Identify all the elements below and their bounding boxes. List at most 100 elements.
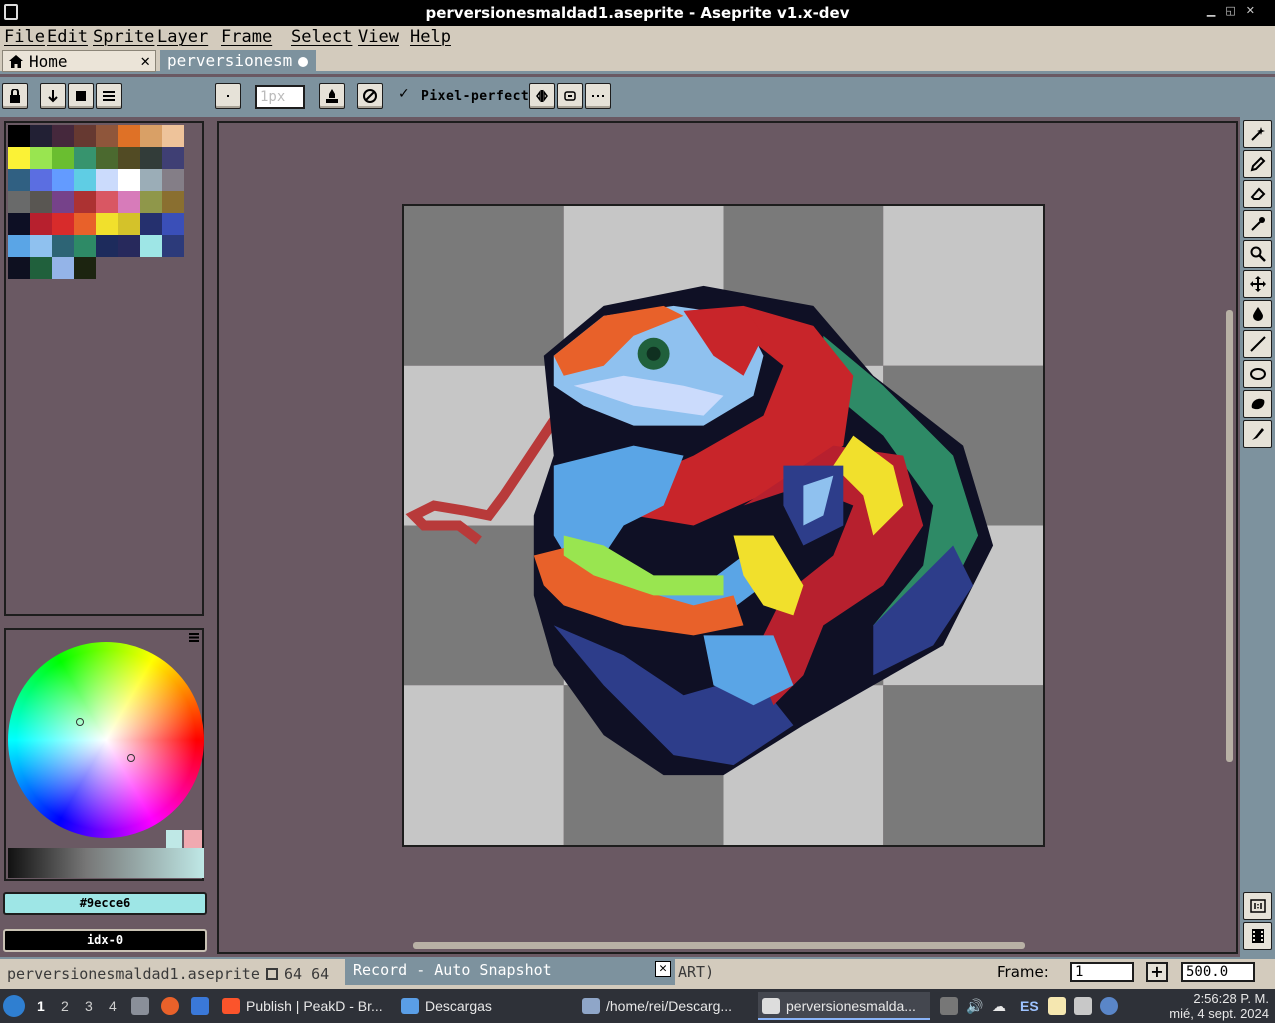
color-shades-strip[interactable] [8, 848, 204, 878]
palette-swatch[interactable] [30, 169, 52, 191]
tool-eyedropper[interactable] [1243, 210, 1272, 238]
palette-swatch[interactable] [74, 125, 96, 147]
sprite-canvas[interactable] [402, 204, 1045, 847]
zoom-input[interactable] [1181, 962, 1255, 982]
palette-swatch[interactable] [52, 169, 74, 191]
palette-swatch[interactable] [8, 235, 30, 257]
palette-swatch[interactable] [118, 147, 140, 169]
palette-swatch[interactable] [162, 147, 184, 169]
palette-swatch[interactable] [52, 147, 74, 169]
sprite-drawing[interactable] [404, 206, 1043, 845]
stop-button[interactable] [68, 83, 94, 109]
palette-swatch[interactable] [52, 257, 74, 279]
lock-button[interactable] [2, 83, 28, 109]
more-options-button[interactable] [585, 83, 611, 109]
dynamics-button[interactable] [557, 83, 583, 109]
palette-swatch[interactable] [8, 191, 30, 213]
symmetry-button[interactable] [529, 83, 555, 109]
firefox-launcher-icon[interactable] [161, 997, 179, 1015]
workspace-2[interactable]: 2 [61, 998, 69, 1014]
task-files[interactable]: Descargas [397, 992, 567, 1020]
tool-magic-wand[interactable] [1243, 120, 1272, 148]
palette-swatch[interactable] [162, 125, 184, 147]
clipboard-tray-icon[interactable] [1074, 997, 1092, 1015]
tool-zoom[interactable] [1243, 240, 1272, 268]
volume-icon[interactable]: 🔊 [966, 998, 983, 1015]
palette-swatch[interactable] [30, 125, 52, 147]
shade-swatch[interactable] [184, 830, 202, 848]
palette-swatch[interactable] [74, 257, 96, 279]
start-menu-icon[interactable] [3, 995, 25, 1017]
palette-swatch[interactable] [162, 169, 184, 191]
palette-swatch[interactable] [96, 125, 118, 147]
palette-swatch[interactable] [140, 213, 162, 235]
file-manager-launcher-icon[interactable] [131, 997, 149, 1015]
close-icon[interactable]: ✕ [1246, 4, 1265, 17]
keyboard-language[interactable]: ES [1020, 998, 1039, 1014]
frame-input[interactable] [1070, 962, 1134, 982]
menu-select[interactable]: Select [291, 27, 352, 47]
tab-document[interactable]: perversionesm. [160, 50, 316, 72]
menu-frame[interactable]: Frame [221, 27, 272, 47]
palette-swatch[interactable] [74, 191, 96, 213]
horizontal-scrollbar[interactable] [413, 942, 1025, 949]
tool-pencil[interactable] [1243, 150, 1272, 178]
menu-edit[interactable]: Edit [47, 27, 88, 47]
film-strip-button[interactable] [1243, 922, 1272, 950]
tab-home[interactable]: Home ✕ [2, 50, 156, 72]
palette-swatch[interactable] [8, 257, 30, 279]
tool-blur[interactable] [1243, 420, 1272, 448]
usb-tray-icon[interactable] [940, 997, 958, 1015]
palette-swatch[interactable] [118, 235, 140, 257]
wheel-marker-secondary[interactable] [127, 754, 135, 762]
window-controls[interactable]: ▁◱✕ [1207, 4, 1265, 17]
palette-swatch[interactable] [74, 213, 96, 235]
timeline-toggle-button[interactable] [1243, 892, 1272, 920]
menu-sprite[interactable]: Sprite [93, 27, 154, 47]
panel-menu-icon[interactable] [189, 633, 199, 642]
palette-swatch[interactable] [118, 125, 140, 147]
palette-swatch[interactable] [30, 235, 52, 257]
task-browser[interactable]: Publish | PeakD - Br... [218, 992, 390, 1020]
palette-swatch[interactable] [118, 169, 140, 191]
tool-contour[interactable] [1243, 390, 1272, 418]
workspace-1[interactable]: 1 [37, 998, 45, 1014]
palette-swatch[interactable] [96, 169, 118, 191]
workspace-4[interactable]: 4 [109, 998, 117, 1014]
menu-help[interactable]: Help [410, 27, 451, 47]
palette-swatch[interactable] [8, 169, 30, 191]
tool-eraser[interactable] [1243, 180, 1272, 208]
brush-size-input[interactable] [255, 85, 305, 109]
palette-swatch[interactable] [30, 213, 52, 235]
task-aseprite[interactable]: perversionesmalda... [758, 992, 930, 1020]
palette-swatch[interactable] [52, 213, 74, 235]
palette-swatch[interactable] [8, 125, 30, 147]
palette-swatch[interactable] [52, 191, 74, 213]
desktop-launcher-icon[interactable] [191, 997, 209, 1015]
vertical-scrollbar[interactable] [1226, 310, 1233, 762]
minimize-icon[interactable]: ▁ [1207, 4, 1225, 17]
palette-swatch[interactable] [140, 147, 162, 169]
update-tray-icon[interactable] [1100, 997, 1118, 1015]
palette-swatch[interactable] [140, 191, 162, 213]
maximize-icon[interactable]: ◱ [1225, 4, 1245, 17]
opacity-button[interactable] [357, 83, 383, 109]
notes-tray-icon[interactable] [1048, 997, 1066, 1015]
tab-close-icon[interactable]: ✕ [140, 51, 150, 70]
palette-swatch[interactable] [96, 147, 118, 169]
background-color-button[interactable]: idx-0 [3, 929, 207, 952]
palette-swatch[interactable] [74, 169, 96, 191]
palette-swatch[interactable] [52, 125, 74, 147]
palette-swatch[interactable] [30, 147, 52, 169]
brush-type-button[interactable] [215, 83, 241, 109]
options-button[interactable] [96, 83, 122, 109]
menu-view[interactable]: View [358, 27, 399, 47]
palette-swatch[interactable] [140, 169, 162, 191]
pixel-perfect-checkbox[interactable]: ✓ [398, 86, 410, 102]
tool-ellipse[interactable] [1243, 360, 1272, 388]
tool-line[interactable] [1243, 330, 1272, 358]
foreground-color-button[interactable]: #9ecce6 [3, 892, 207, 915]
palette-swatch[interactable] [30, 191, 52, 213]
palette-swatch[interactable] [30, 257, 52, 279]
palette-swatch[interactable] [74, 235, 96, 257]
